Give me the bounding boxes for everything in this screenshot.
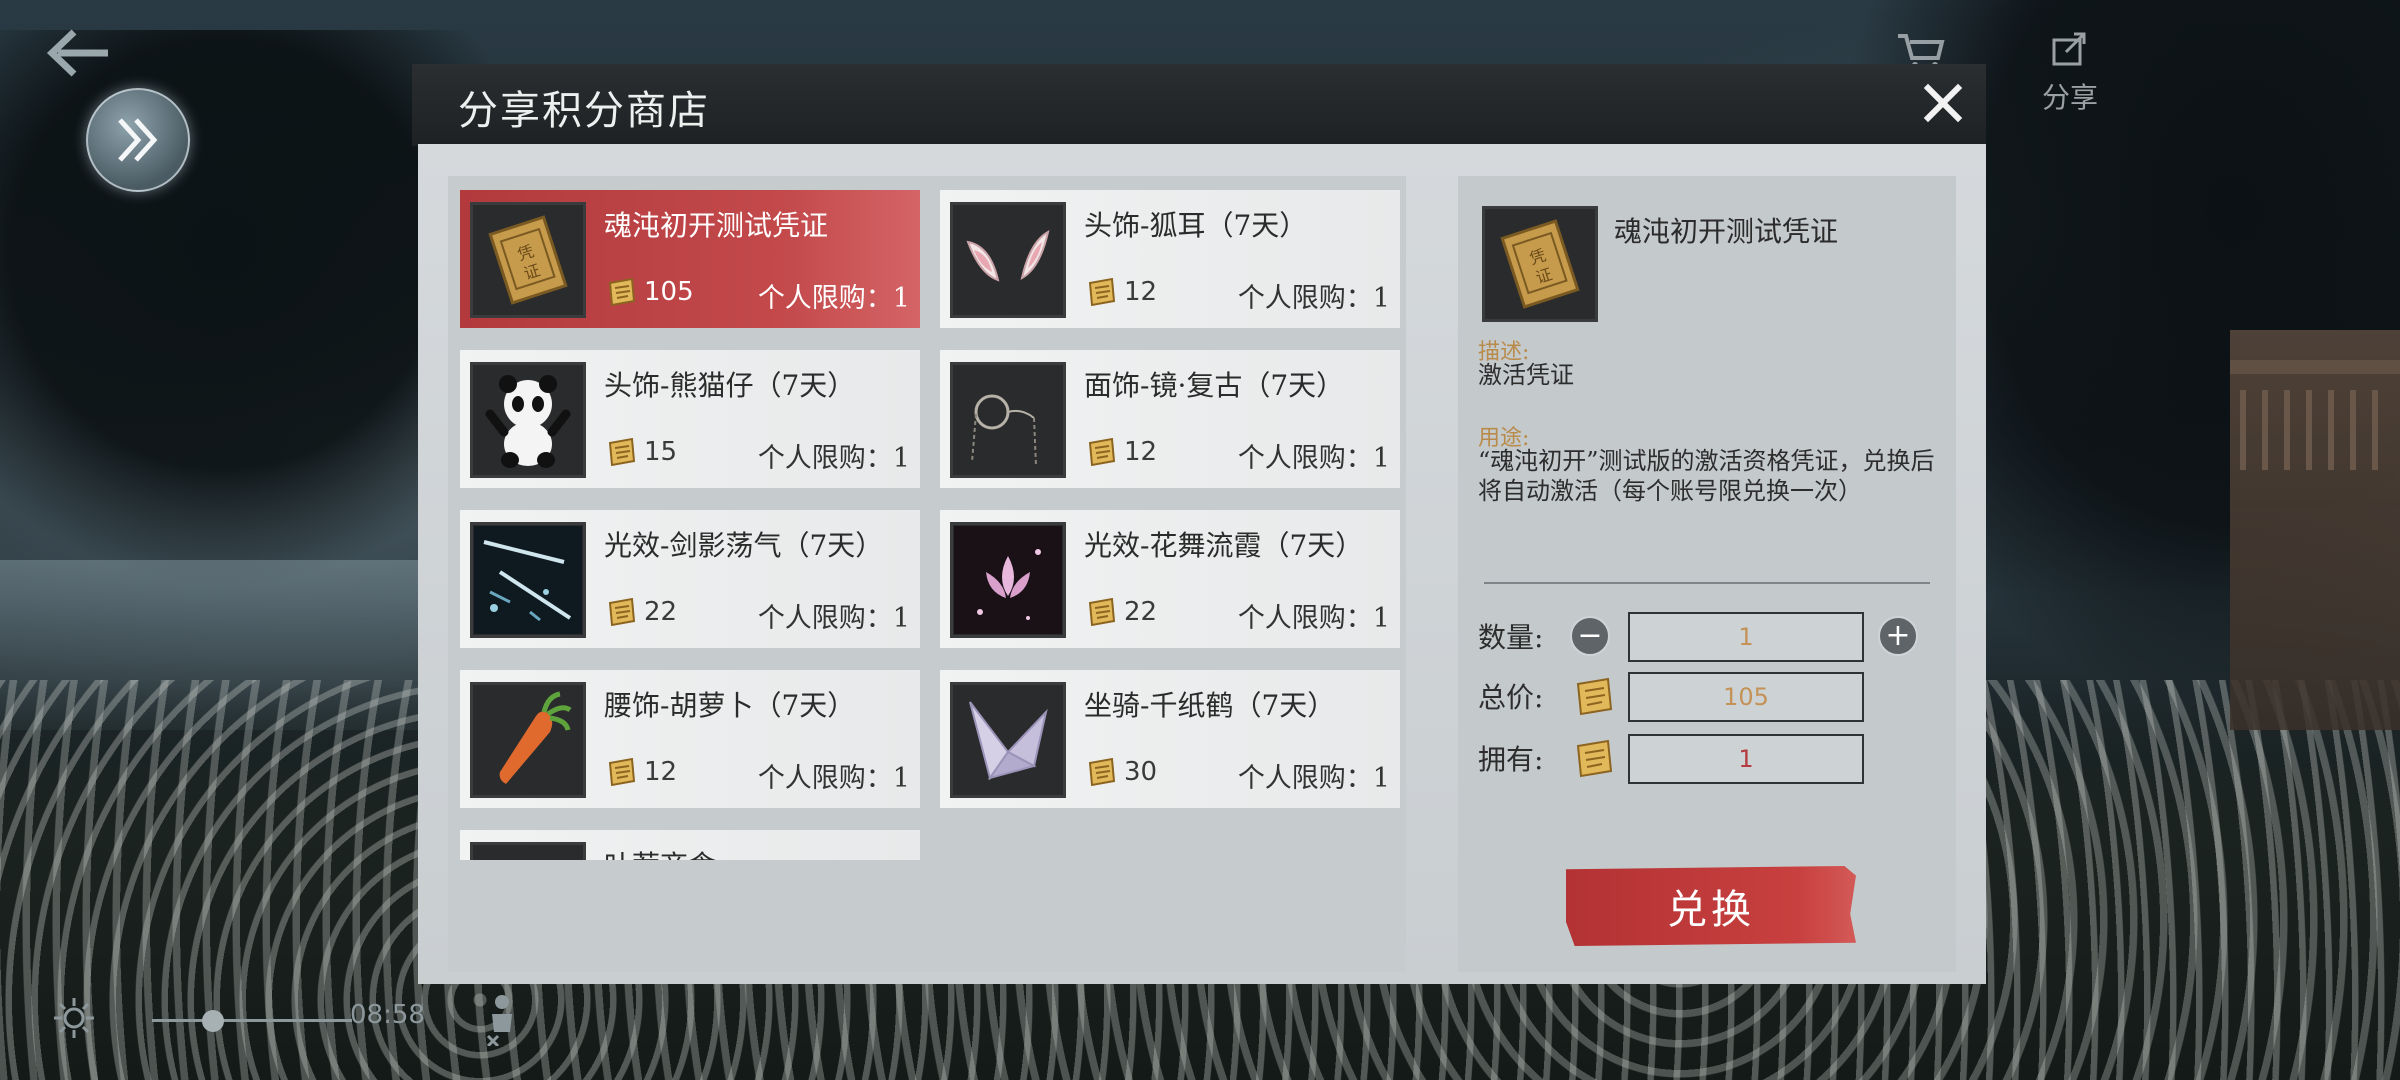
item-name: 腰饰-胡萝卜（7天） [604, 689, 856, 722]
item-price: 30 [1084, 754, 1157, 790]
list-item[interactable]: 凭 证 魂沌初开测试凭证 105 个人限购：1 [460, 190, 920, 328]
paper-crane-icon [950, 682, 1066, 798]
share-label: 分享 [2041, 81, 2098, 114]
scroll-coin-icon [608, 277, 636, 307]
share-points-shop-dialog: 分享积分商店 凭 证 魂沌初开测试凭证 105 个人限购：1 头饰-狐耳（7天）… [412, 64, 1986, 984]
status-bar: 08:58 [52, 990, 532, 1050]
plus-icon[interactable]: + [1878, 616, 1918, 656]
scroll-coin-icon [1088, 597, 1116, 627]
item-name: 头饰-熊猫仔（7天） [604, 369, 856, 402]
skip-button[interactable] [86, 88, 190, 192]
owned-label: 拥有: [1478, 743, 1544, 776]
item-purchase-limit: 个人限购：1 [757, 283, 910, 314]
item-purchase-limit: 个人限购：1 [1237, 443, 1390, 474]
character-icon[interactable] [482, 992, 522, 1046]
exchange-button[interactable]: 兑换 [1566, 866, 1856, 946]
wooden-pavilion [2230, 330, 2400, 730]
item-price: 12 [1084, 434, 1157, 470]
brightness-slider-knob[interactable] [202, 1010, 224, 1032]
scroll-coin-icon [1576, 677, 1613, 716]
item-name: 面饰-镜·复古（7天） [1084, 369, 1345, 402]
share-button[interactable]: 分享 [2030, 30, 2110, 114]
item-purchase-limit: 个人限购：1 [1237, 603, 1390, 634]
carrot-icon [470, 682, 586, 798]
clock-time: 08:58 [350, 1000, 425, 1030]
voucher-icon: 凭 证 [1482, 206, 1598, 322]
item-purchase-limit: 个人限购：1 [757, 763, 910, 794]
panda-icon [470, 362, 586, 478]
scroll-coin-icon [608, 757, 636, 787]
item-name: 头饰-狐耳（7天） [1084, 209, 1308, 242]
item-price: 22 [604, 594, 677, 630]
lotus-light-icon [950, 522, 1066, 638]
item-price-value: 12 [1124, 277, 1158, 307]
double-chevron-icon [118, 118, 158, 162]
close-icon[interactable] [1918, 78, 1968, 128]
back-arrow-icon[interactable] [44, 26, 114, 80]
item-price-value: 15 [644, 437, 678, 467]
item-list-panel[interactable]: 凭 证 魂沌初开测试凭证 105 个人限购：1 头饰-狐耳（7天） 12 个人限… [448, 176, 1406, 972]
item-price-value: 105 [644, 277, 694, 307]
dialog-header: 分享积分商店 [412, 64, 1986, 146]
item-detail-panel: 凭 证 魂沌初开测试凭证 描述: 激活凭证 用途: “魂沌初开”测试版的激活资格… [1458, 176, 1956, 972]
list-item[interactable]: 面饰-镜·复古（7天） 12 个人限购：1 [940, 350, 1400, 488]
item-name: 叶荐商食 [604, 844, 716, 860]
description-text: 激活凭证 [1478, 361, 1574, 389]
list-item[interactable]: 头饰-狐耳（7天） 12 个人限购：1 [940, 190, 1400, 328]
monocle-icon [950, 362, 1066, 478]
sun-icon [54, 998, 94, 1038]
item-price-value: 22 [644, 597, 678, 627]
item-purchase-limit: 个人限购：1 [1237, 283, 1390, 314]
item-name: 光效-花舞流霞（7天） [1084, 529, 1364, 562]
item-price-value: 12 [1124, 437, 1158, 467]
usage-text: “魂沌初开”测试版的激活资格凭证，兑换后将自动激活（每个账号限兑换一次） [1478, 447, 1935, 505]
item-name: 坐骑-千纸鹤（7天） [1084, 689, 1336, 722]
scroll-coin-icon [1088, 437, 1116, 467]
item-name: 光效-剑影荡气（7天） [604, 529, 884, 562]
share-icon [2052, 32, 2086, 66]
minus-icon[interactable]: − [1570, 616, 1610, 656]
item-purchase-limit: 个人限购：1 [757, 603, 910, 634]
fox-ears-icon [950, 202, 1066, 318]
item-purchase-limit: 个人限购：1 [757, 443, 910, 474]
total-price-label: 总价: [1478, 681, 1544, 714]
scroll-coin-icon [1088, 757, 1116, 787]
item-price-value: 22 [1124, 597, 1158, 627]
list-item[interactable]: 光效-花舞流霞（7天） 22 个人限购：1 [940, 510, 1400, 648]
scroll-coin-icon [608, 437, 636, 467]
item-purchase-limit: 个人限购：1 [1237, 763, 1390, 794]
item-icon [470, 842, 586, 860]
scroll-coin-icon [1576, 739, 1613, 778]
scroll-coin-icon [608, 597, 636, 627]
item-price: 12 [604, 754, 677, 790]
item-price-value: 12 [644, 757, 678, 787]
item-name: 魂沌初开测试凭证 [604, 209, 829, 242]
dialog-body: 凭 证 魂沌初开测试凭证 105 个人限购：1 头饰-狐耳（7天） 12 个人限… [418, 144, 1986, 984]
dialog-title: 分享积分商店 [458, 88, 710, 134]
list-item[interactable]: 叶荐商食 [460, 830, 920, 860]
owned-value: 1 [1628, 734, 1864, 784]
list-item[interactable]: 光效-剑影荡气（7天） 22 个人限购：1 [460, 510, 920, 648]
divider [1484, 582, 1930, 584]
quantity-label: 数量: [1478, 621, 1544, 654]
item-price: 15 [604, 434, 677, 470]
list-item[interactable]: 头饰-熊猫仔（7天） 15 个人限购：1 [460, 350, 920, 488]
detail-item-name: 魂沌初开测试凭证 [1614, 215, 1839, 248]
list-item[interactable]: 坐骑-千纸鹤（7天） 30 个人限购：1 [940, 670, 1400, 808]
scroll-coin-icon [1088, 277, 1116, 307]
total-price-value: 105 [1628, 672, 1864, 722]
item-price: 12 [1084, 274, 1157, 310]
list-item[interactable]: 腰饰-胡萝卜（7天） 12 个人限购：1 [460, 670, 920, 808]
item-price: 105 [604, 274, 694, 310]
item-price-value: 30 [1124, 757, 1158, 787]
voucher-icon: 凭 证 [470, 202, 586, 318]
brightness-slider[interactable] [152, 1019, 352, 1022]
item-price: 22 [1084, 594, 1157, 630]
sword-light-icon [470, 522, 586, 638]
quantity-field[interactable]: 1 [1628, 612, 1864, 662]
item-list[interactable]: 凭 证 魂沌初开测试凭证 105 个人限购：1 头饰-狐耳（7天） 12 个人限… [448, 176, 1406, 860]
